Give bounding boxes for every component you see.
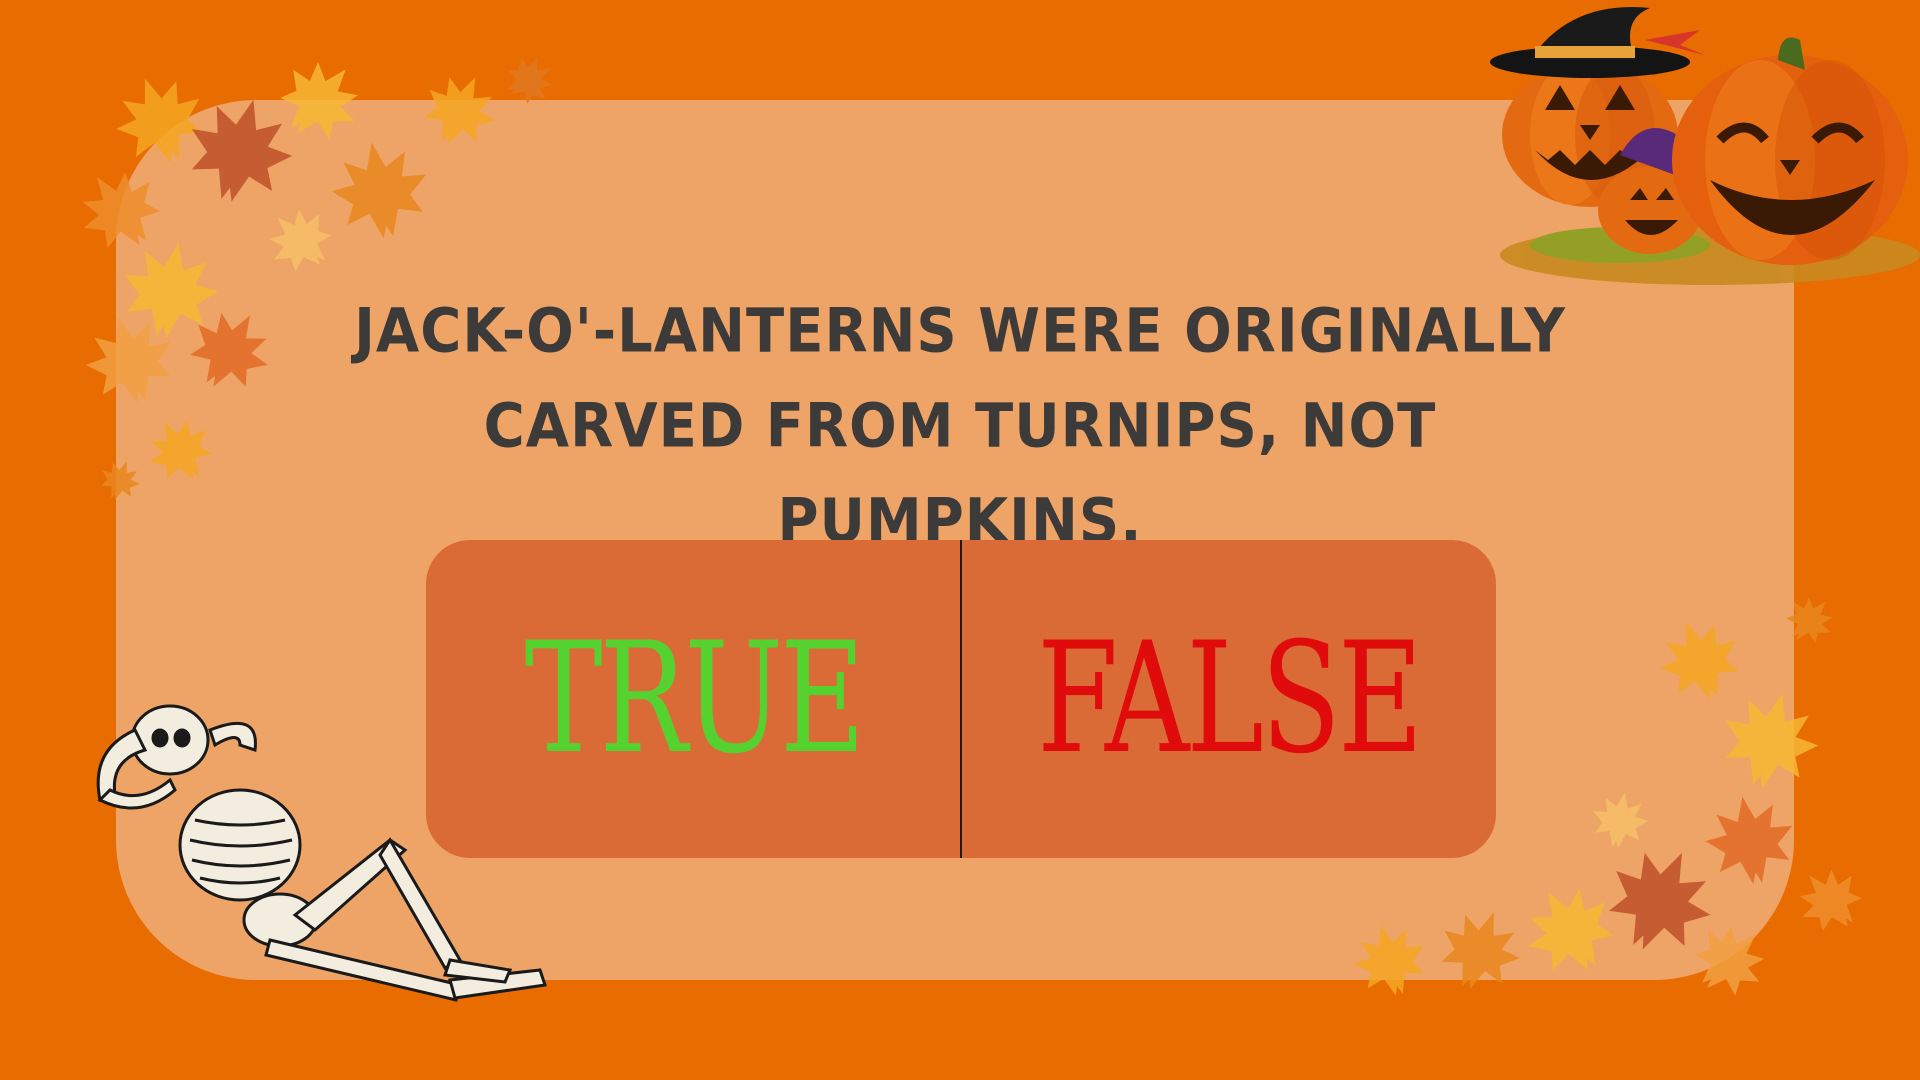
quiz-screen: JACK-O'-LANTERNS WERE ORIGINALLY CARVED … [0,0,1920,1080]
true-button[interactable]: TRUE [426,540,960,858]
true-label: TRUE [524,610,865,788]
witch-hat-icon [1490,7,1705,78]
answer-panel: TRUE FALSE [426,540,1496,858]
question-text: JACK-O'-LANTERNS WERE ORIGINALLY CARVED … [354,296,1566,557]
false-button[interactable]: FALSE [962,540,1496,858]
false-label: FALSE [1037,610,1423,788]
jack-o-lantern-icon [1490,7,1920,285]
